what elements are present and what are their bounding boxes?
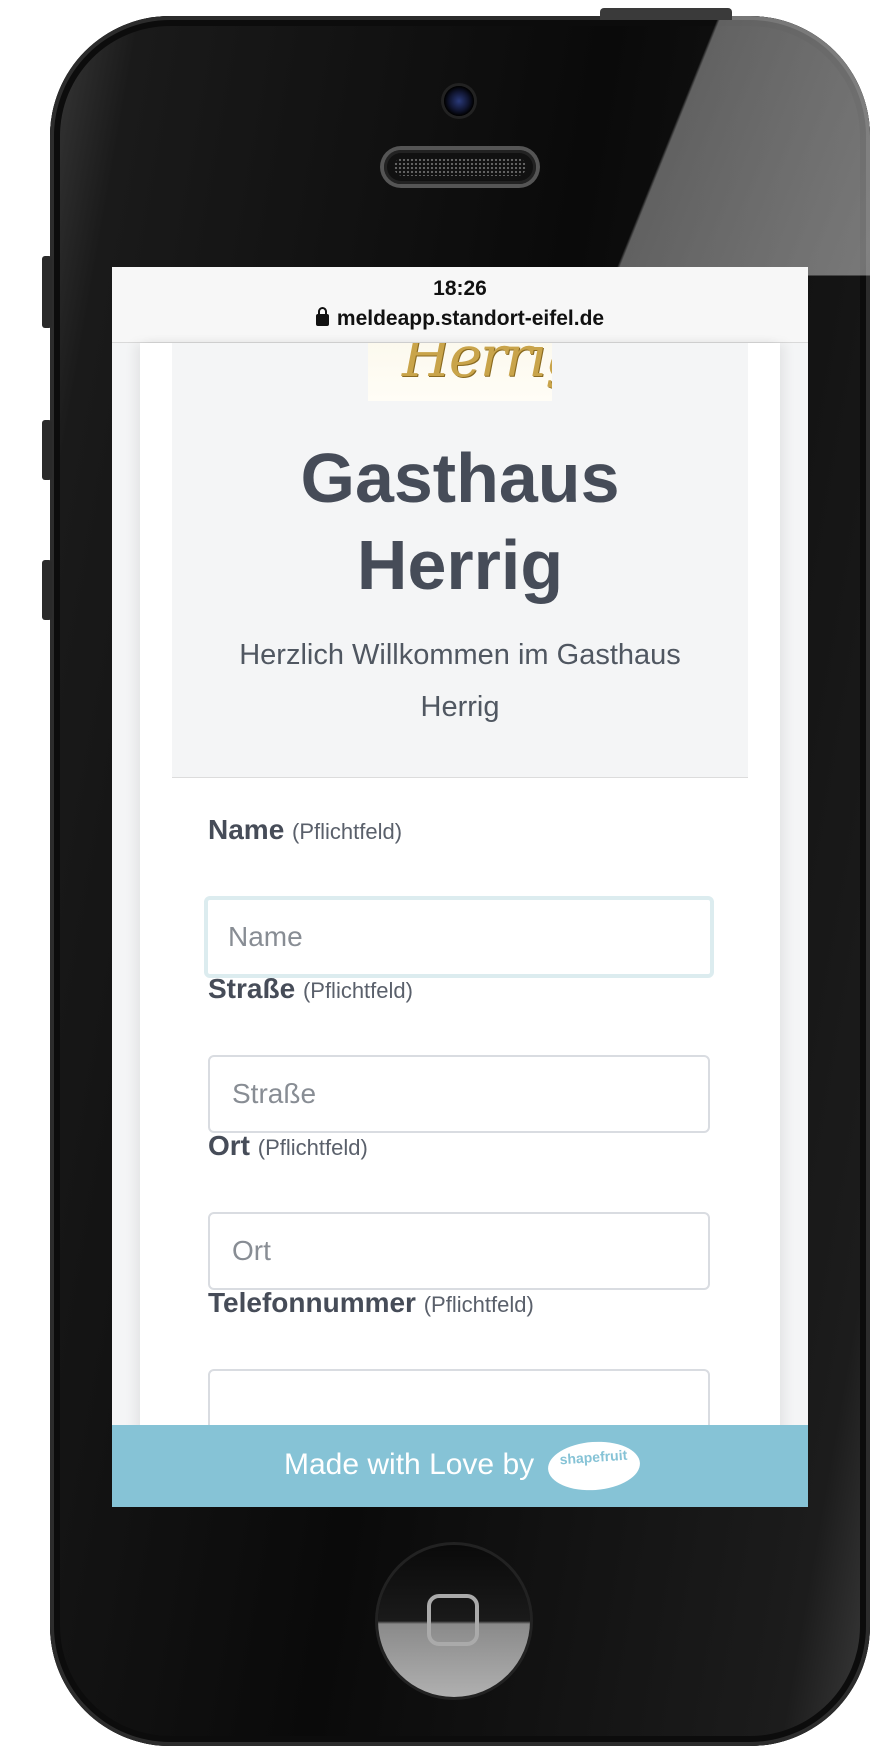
city-input[interactable] xyxy=(208,1212,710,1290)
welcome-text-line-2: Herrig xyxy=(420,691,500,723)
city-label: Ort (Pflichtfeld) xyxy=(208,1130,368,1162)
page-title-line-2: Herrig xyxy=(356,526,564,604)
city-required-hint: (Pflichtfeld) xyxy=(257,1135,368,1160)
welcome-text-line-1: Herzlich Willkommen im Gasthaus xyxy=(239,639,681,671)
address-bar[interactable]: meldeapp.standort-eifel.de xyxy=(112,307,808,331)
street-required-hint: (Pflichtfeld) xyxy=(302,978,413,1003)
url-text: meldeapp.standort-eifel.de xyxy=(336,307,605,330)
street-label: Straße (Pflichtfeld) xyxy=(208,973,413,1005)
phone-label-text: Telefonnummer xyxy=(208,1287,416,1318)
phone-screen: 18:26 meldeapp.standort-eifel.de Herri g … xyxy=(112,267,808,1507)
restaurant-logo: Herrig xyxy=(368,343,552,401)
hero-section: Herrig Gasthaus Herrig Herzlich Willkomm… xyxy=(172,343,748,778)
street-input[interactable] xyxy=(208,1055,710,1133)
front-camera xyxy=(444,86,474,116)
city-label-text: Ort xyxy=(208,1130,250,1161)
welcome-text: Herzlich Willkommen im Gasthaus Herrig xyxy=(212,629,708,733)
logo-lettering: Herrig xyxy=(402,343,552,390)
home-square-icon xyxy=(427,1594,479,1646)
volume-down-button xyxy=(42,560,52,620)
name-input[interactable] xyxy=(204,896,714,978)
volume-up-button xyxy=(42,420,52,480)
browser-bar: 18:26 meldeapp.standort-eifel.de xyxy=(112,267,808,343)
street-label-text: Straße xyxy=(208,973,296,1004)
home-button[interactable] xyxy=(378,1545,530,1697)
footer-text: Made with Love by xyxy=(284,1448,535,1481)
status-time: 18:26 xyxy=(433,277,487,300)
earpiece-speaker xyxy=(384,150,536,184)
name-required-hint: (Pflichtfeld) xyxy=(292,819,403,844)
page-container: Herrig Gasthaus Herrig Herzlich Willkomm… xyxy=(140,343,780,1507)
lock-icon xyxy=(315,307,329,326)
name-label: Name (Pflichtfeld) xyxy=(208,814,402,846)
page-title: Gasthaus Herrig xyxy=(172,435,748,609)
shapefruit-logo-text: shapefruit xyxy=(559,1446,628,1468)
power-button xyxy=(600,8,732,20)
shapefruit-logo[interactable]: shapefruit xyxy=(546,1438,642,1494)
phone-required-hint: (Pflichtfeld) xyxy=(423,1292,534,1317)
page-title-line-1: Gasthaus xyxy=(300,439,620,517)
footer-banner: Made with Love by shapefruit xyxy=(112,1425,808,1507)
name-label-text: Name xyxy=(208,814,285,845)
mute-switch xyxy=(42,256,52,328)
phone-label: Telefonnummer (Pflichtfeld) xyxy=(208,1287,534,1319)
